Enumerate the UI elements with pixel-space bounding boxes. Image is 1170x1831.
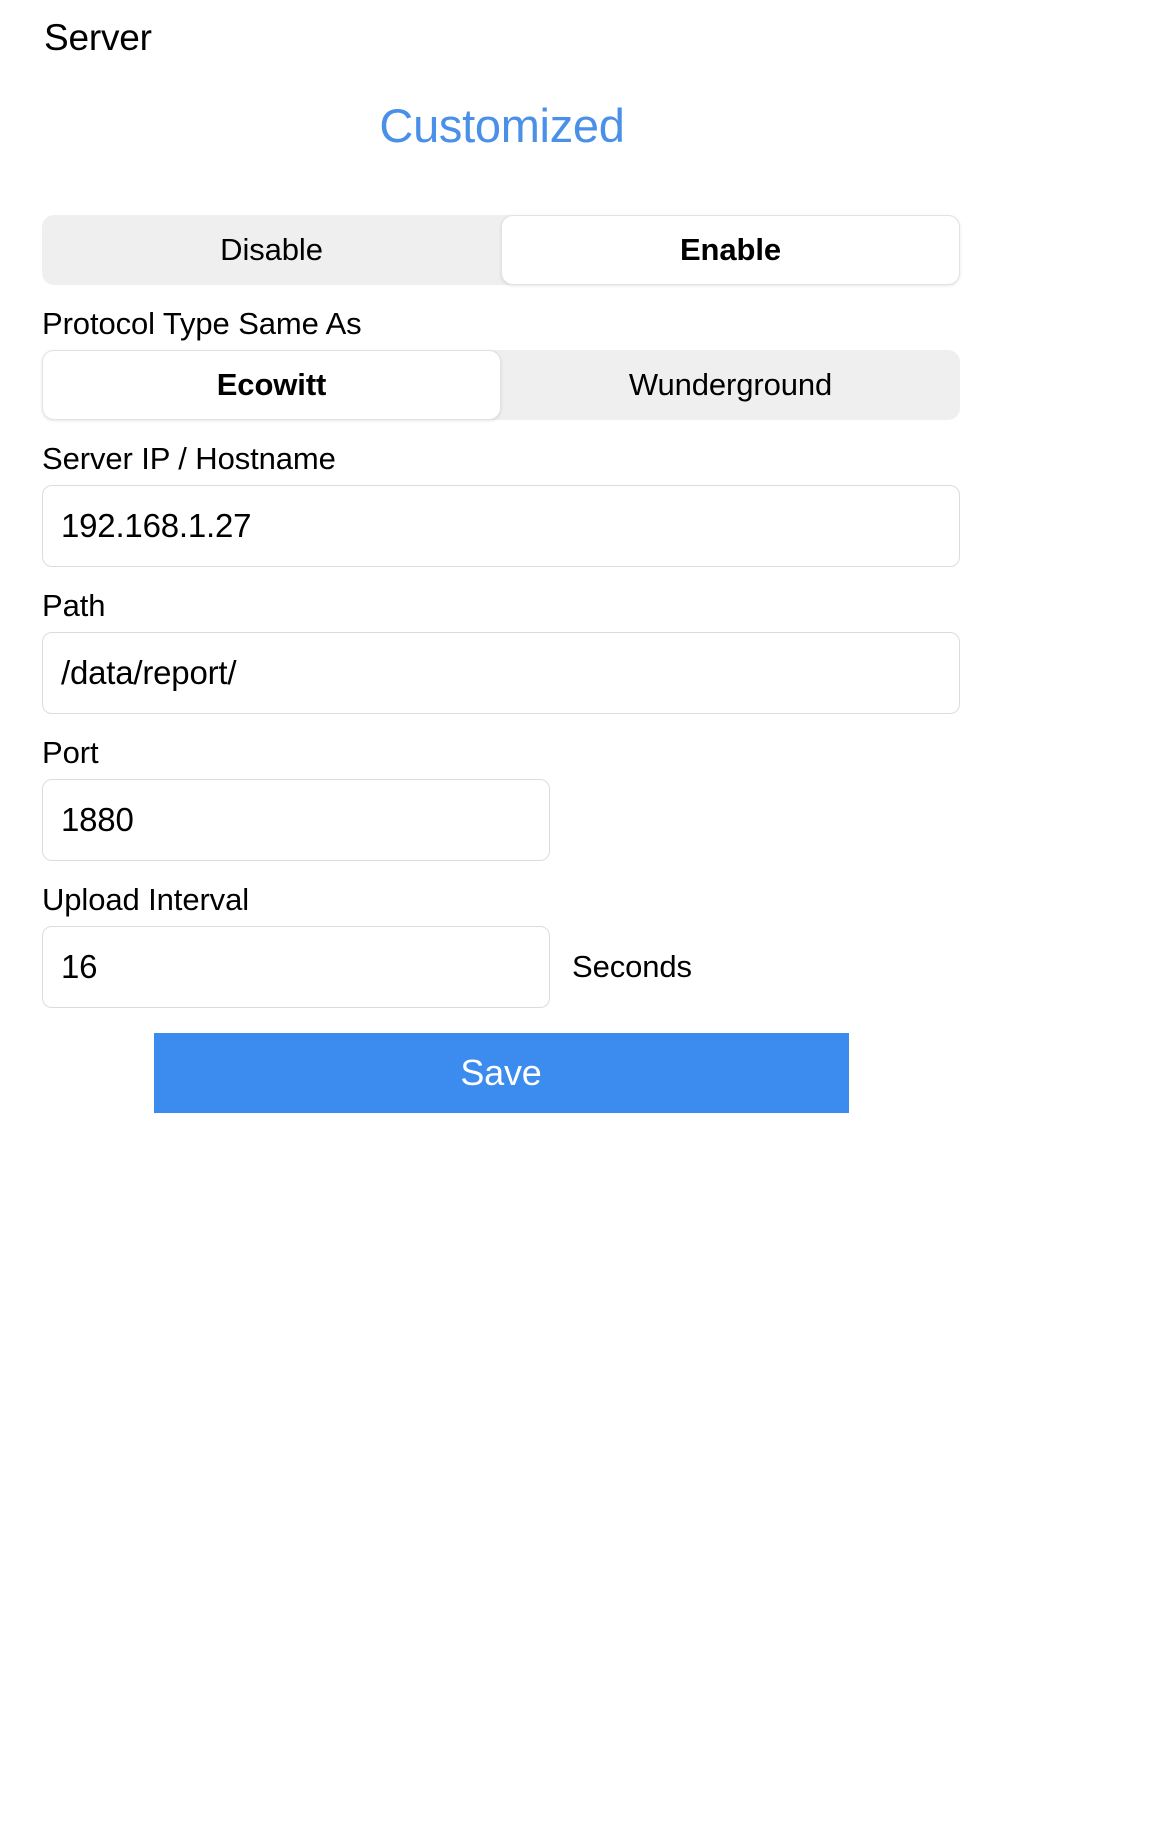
port-input[interactable] <box>42 779 550 861</box>
path-input[interactable] <box>42 632 960 714</box>
save-row: Save <box>42 1033 960 1113</box>
save-button[interactable]: Save <box>153 1033 849 1113</box>
protocol-segmented-control: Ecowitt Wunderground <box>42 350 960 420</box>
page-title: Server <box>44 17 152 58</box>
upload-interval-input[interactable] <box>42 926 550 1008</box>
port-label: Port <box>42 735 99 770</box>
server-ip-label: Server IP / Hostname <box>42 441 336 476</box>
segment-disable[interactable]: Disable <box>42 215 501 285</box>
segment-wunderground[interactable]: Wunderground <box>501 350 960 420</box>
upload-interval-row: Seconds <box>42 926 960 1008</box>
enable-segmented-control: Disable Enable <box>42 215 960 285</box>
server-ip-input[interactable] <box>42 485 960 567</box>
server-settings-form: Disable Enable Protocol Type Same As Eco… <box>42 215 960 1113</box>
protocol-type-label: Protocol Type Same As <box>42 306 362 341</box>
segment-ecowitt[interactable]: Ecowitt <box>42 350 501 420</box>
path-label: Path <box>42 588 106 623</box>
upload-interval-unit-label: Seconds <box>572 949 692 984</box>
section-heading-customized: Customized <box>379 99 625 152</box>
segment-enable[interactable]: Enable <box>501 215 960 285</box>
upload-interval-label: Upload Interval <box>42 882 250 917</box>
